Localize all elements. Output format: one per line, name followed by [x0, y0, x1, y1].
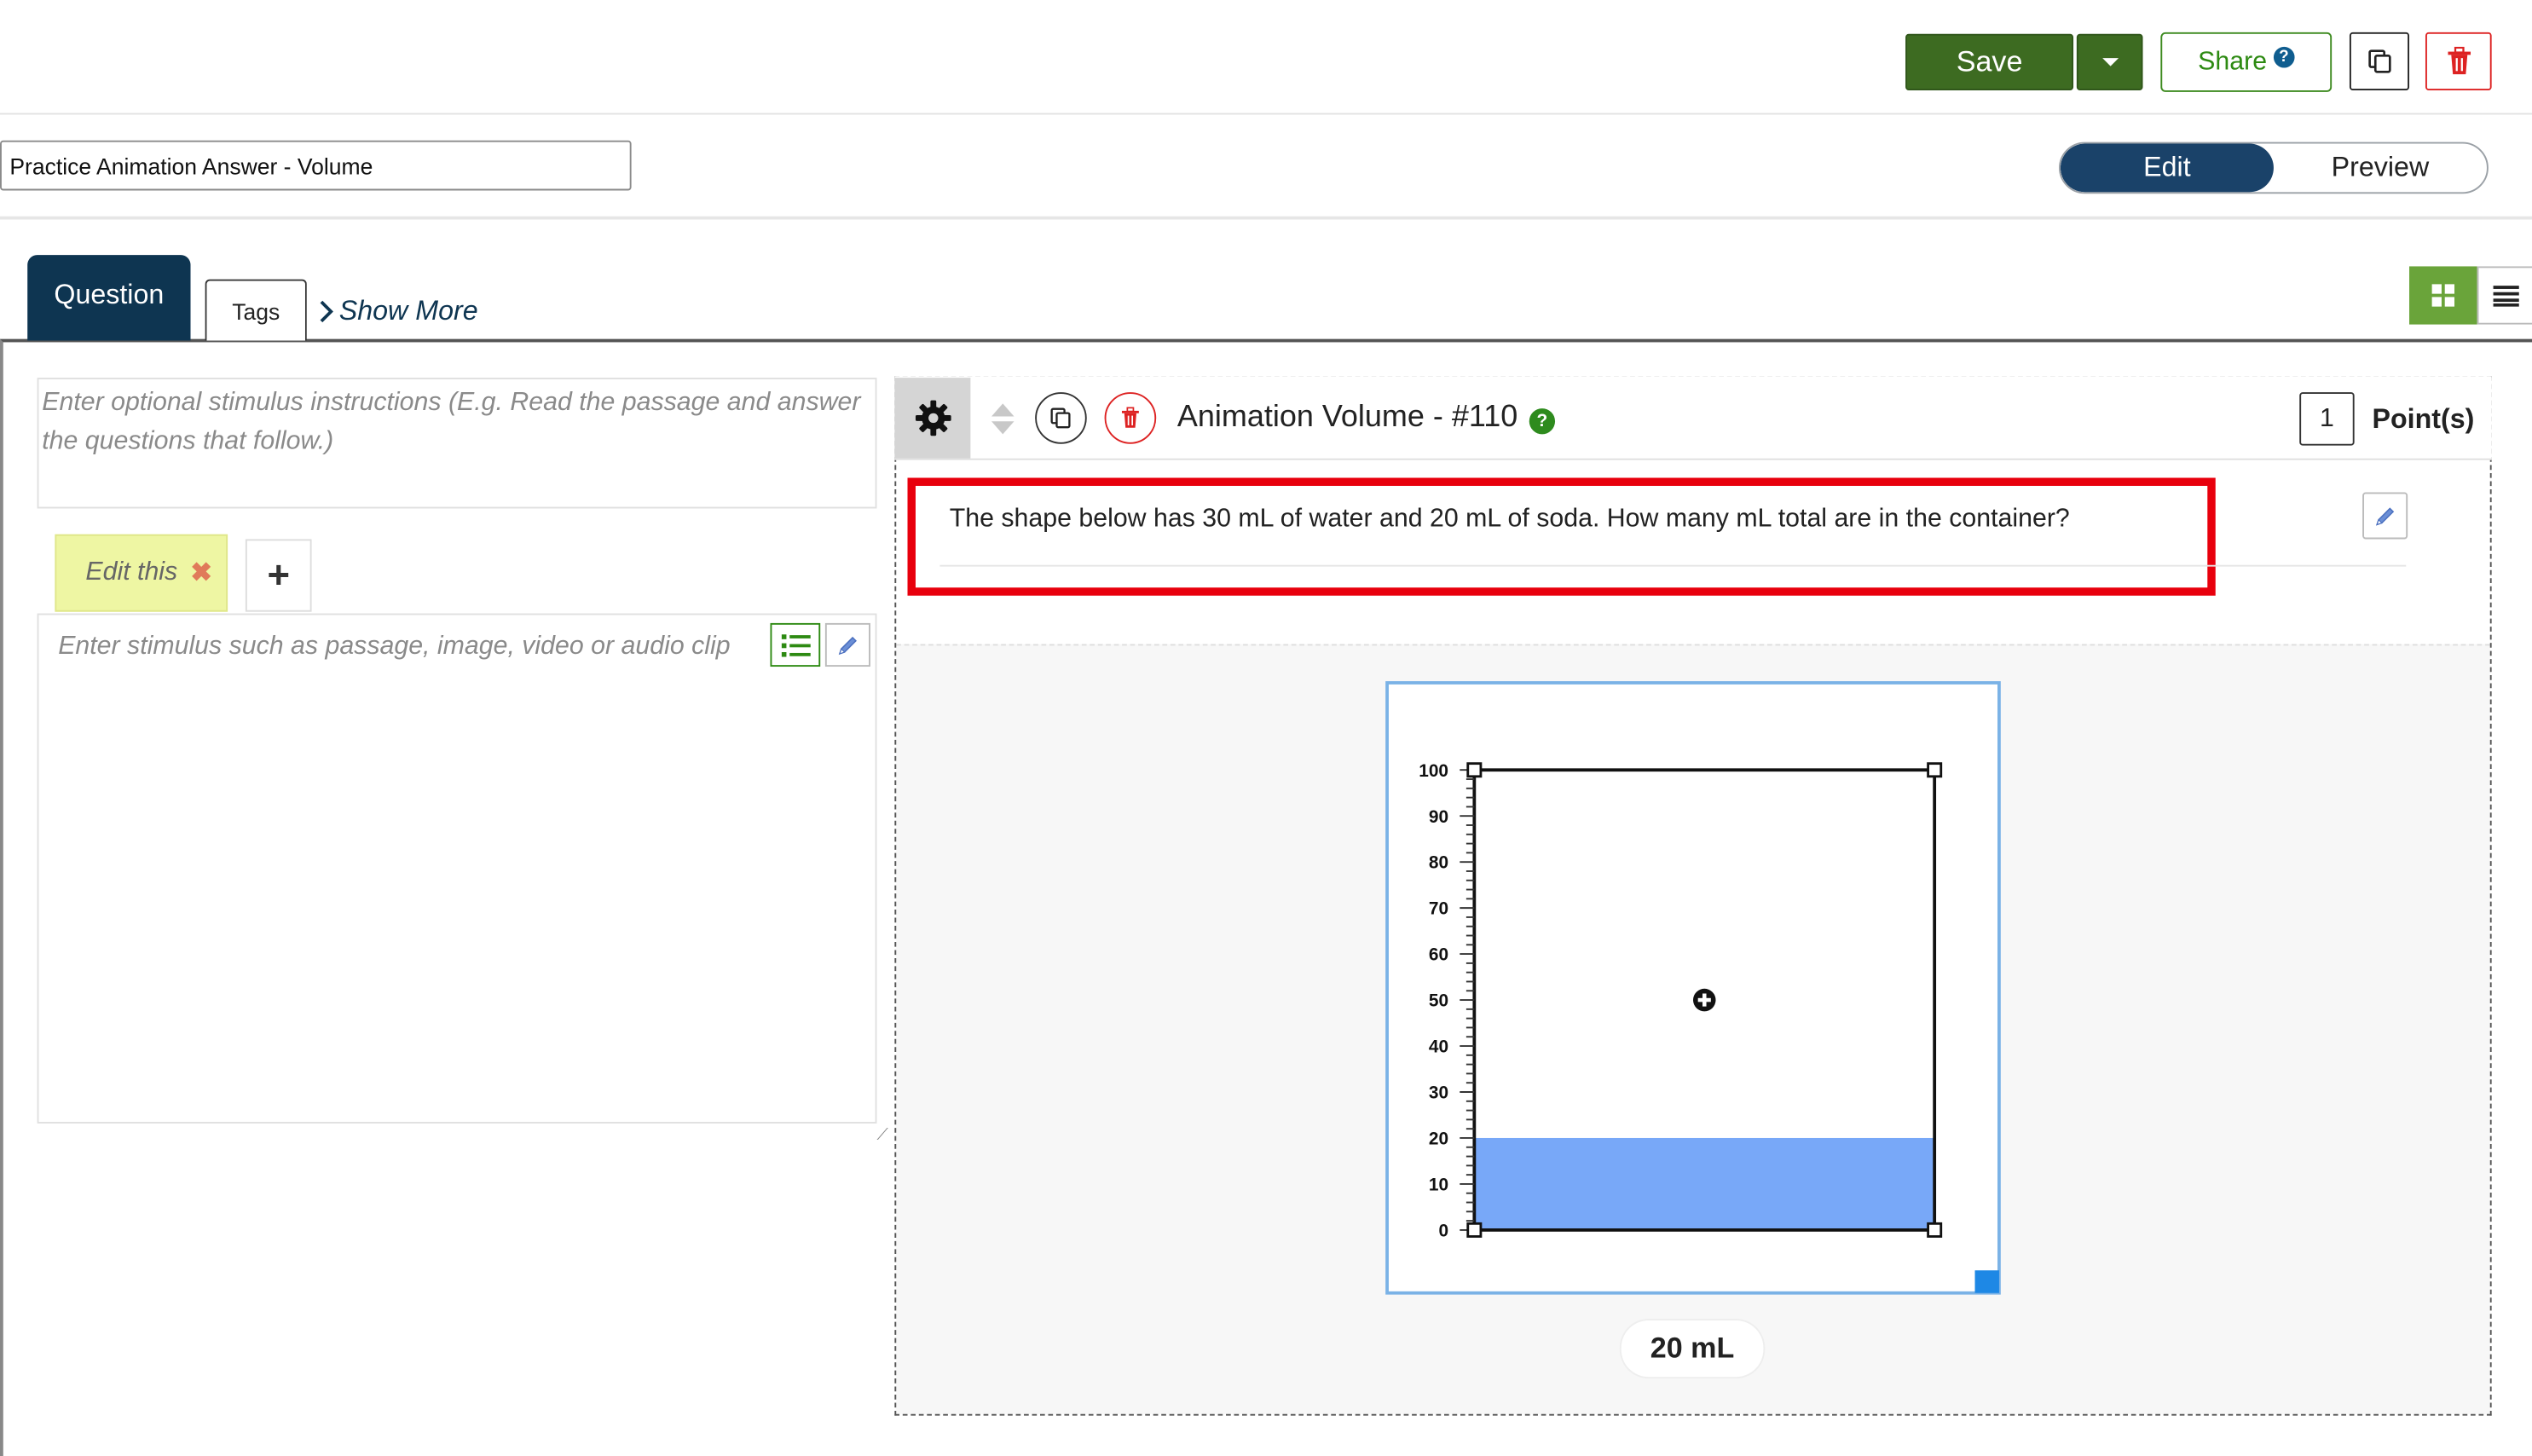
volume-readout: 20 mL [1621, 1320, 1764, 1378]
scale-label: 0 [1438, 1221, 1448, 1240]
scale-label: 20 [1429, 1130, 1448, 1149]
scale-label: 50 [1429, 991, 1448, 1011]
liquid-fill [1474, 1137, 1935, 1230]
stimulus-list-button[interactable] [770, 622, 821, 667]
arrow-down-icon [991, 420, 1015, 434]
pencil-icon [2375, 506, 2395, 525]
stimulus-tab[interactable]: Edit this ✖ [55, 534, 228, 612]
save-button[interactable]: Save [1905, 33, 2074, 91]
scale-label: 90 [1429, 807, 1448, 827]
tab-tags[interactable]: Tags [205, 279, 307, 341]
question-edit-button[interactable] [2362, 492, 2408, 540]
question-settings-button[interactable] [894, 378, 971, 459]
duplicate-button[interactable] [2349, 32, 2410, 91]
corner-handle[interactable] [1466, 762, 1483, 778]
help-icon[interactable]: ? [1529, 408, 1556, 435]
grid-icon [2431, 284, 2455, 307]
edit-mode-button[interactable]: Edit [2060, 143, 2274, 193]
caret-down-icon [2101, 58, 2119, 66]
delete-button[interactable] [2425, 32, 2492, 91]
add-stimulus-tab-button[interactable]: + [245, 539, 312, 612]
save-options-button[interactable] [2076, 33, 2143, 91]
duplicate-question-button[interactable] [1035, 392, 1087, 444]
show-more-link[interactable]: Show More [318, 295, 478, 328]
scale-label: 40 [1429, 1037, 1448, 1057]
close-icon[interactable]: ✖ [190, 557, 211, 589]
scale-label: 60 [1429, 945, 1448, 965]
corner-handle[interactable] [1927, 762, 1943, 778]
list-icon [780, 633, 810, 656]
question-circle-icon: ? [2273, 46, 2295, 68]
copy-icon [2367, 49, 2390, 73]
corner-handle[interactable] [1927, 1222, 1943, 1238]
arrow-up-icon [991, 402, 1015, 416]
scale-label: 80 [1429, 853, 1448, 873]
share-button-label: Share [2198, 47, 2268, 76]
resize-handle-icon[interactable]: ⟋ [877, 1127, 888, 1145]
edit-preview-toggle[interactable]: Edit Preview [2059, 142, 2489, 194]
copy-icon [1050, 407, 1071, 429]
list-icon [2493, 286, 2519, 307]
gear-icon [915, 400, 951, 436]
stimulus-edit-button[interactable] [824, 622, 870, 667]
scale-label: 10 [1429, 1176, 1448, 1195]
trash-icon [1121, 407, 1139, 428]
stimulus-body-placeholder: Enter stimulus such as passage, image, v… [58, 633, 731, 661]
pencil-icon [838, 635, 857, 655]
show-more-label: Show More [338, 295, 478, 326]
title-divider [0, 216, 2532, 220]
corner-handle[interactable] [1466, 1222, 1483, 1238]
question-text-divider [939, 564, 2407, 567]
question-text-highlight [907, 477, 2216, 596]
question-text[interactable]: The shape below has 30 mL of water and 2… [950, 506, 2070, 534]
delete-question-button[interactable] [1104, 392, 1157, 444]
points-input[interactable]: 1 [2299, 392, 2355, 446]
move-icon-bar [1702, 993, 1707, 1007]
share-button[interactable]: Share ? [2160, 32, 2333, 92]
list-view-button[interactable] [2477, 266, 2532, 325]
header-divider [0, 113, 2532, 115]
stimulus-tab-label: Edit this [85, 558, 178, 586]
points-label: Point(s) [2372, 403, 2475, 435]
tab-question[interactable]: Question [27, 255, 191, 341]
scale-label: 100 [1419, 761, 1448, 781]
resize-corner-handle[interactable] [1974, 1270, 1999, 1293]
scale-label: 30 [1429, 1083, 1448, 1103]
preview-mode-button[interactable]: Preview [2274, 144, 2487, 193]
measuring-container[interactable]: 1009080706050403020100 [1385, 681, 2001, 1295]
grid-view-button[interactable] [2409, 266, 2477, 325]
question-title: Animation Volume - #110 [1176, 400, 1518, 435]
stimulus-body-field[interactable] [37, 613, 877, 1124]
stimulus-instructions-field[interactable]: Enter optional stimulus instructions (E.… [37, 378, 877, 509]
assessment-title-input[interactable] [0, 140, 632, 191]
reorder-handle[interactable] [988, 397, 1017, 439]
scale-label: 70 [1429, 899, 1448, 919]
chevron-right-icon [320, 300, 333, 323]
trash-icon [2447, 46, 2471, 75]
